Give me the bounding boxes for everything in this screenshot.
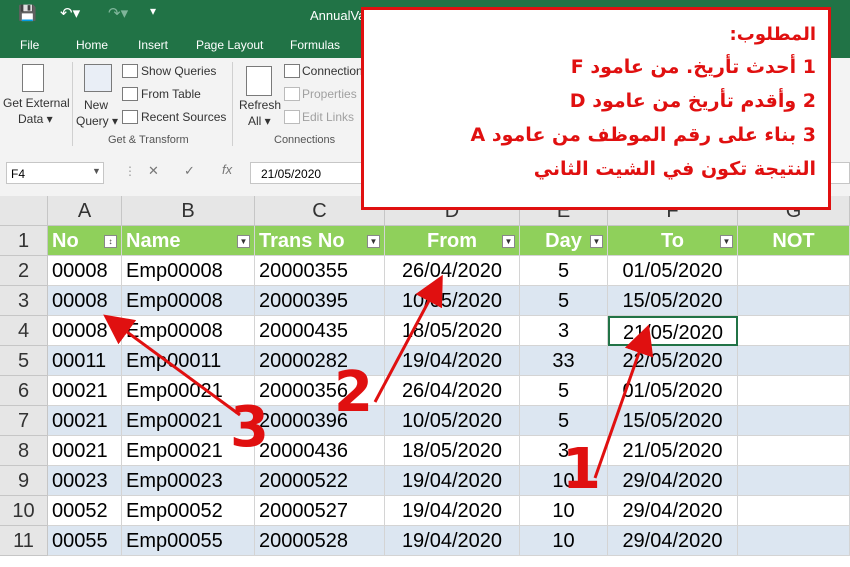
callout-line-3: 3 بناء على رقم الموظف من عامود A [470, 124, 816, 146]
callout-line-1: 1 أحدث تأريخ. من عامود F [570, 56, 816, 78]
annotation-number-3: 3 [230, 395, 269, 460]
callout-title: المطلوب: [729, 24, 816, 45]
requirements-callout: المطلوب: 1 أحدث تأريخ. من عامود F 2 وأقد… [361, 7, 831, 210]
callout-line-2: 2 وأقدم تأريخ من عامود D [569, 90, 816, 112]
annotation-number-2: 2 [334, 360, 373, 425]
arrow-3 [103, 314, 241, 417]
arrow-2 [373, 274, 443, 403]
arrow-1 [593, 324, 654, 479]
annotation-number-1: 1 [562, 437, 601, 502]
callout-line-4: النتيجة تكون في الشيت الثاني [533, 158, 816, 180]
